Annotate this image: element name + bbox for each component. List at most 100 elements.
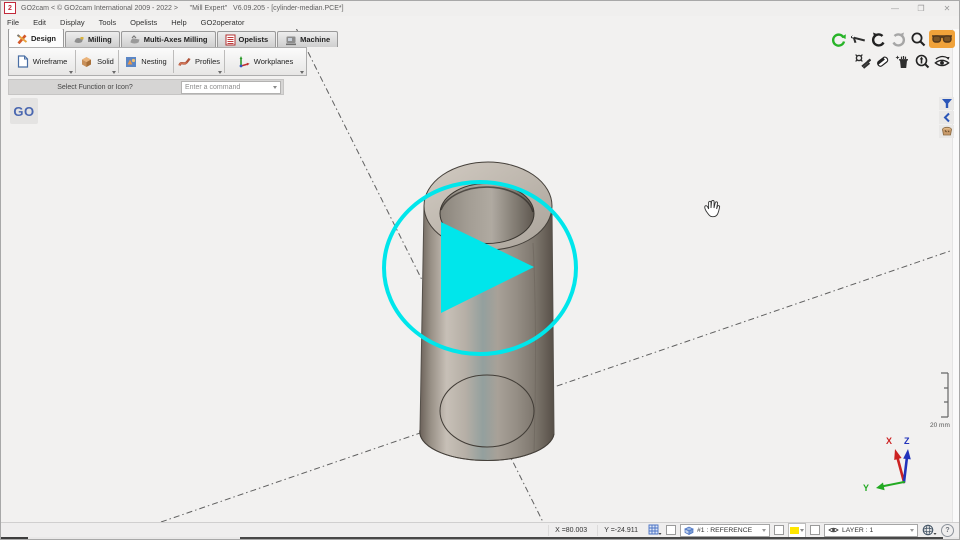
solid-label: Solid	[97, 57, 114, 66]
menu-edit[interactable]: Edit	[26, 18, 53, 27]
viewport-3d[interactable]: 20 mm X Z Y	[0, 28, 960, 522]
dropdown-arrow-icon[interactable]	[300, 71, 304, 74]
sphere-icon	[922, 524, 937, 536]
dropdown-arrow-icon[interactable]	[69, 71, 73, 74]
tab-multi-axes-milling[interactable]: Multi-Axes Milling	[121, 31, 216, 47]
undo-button[interactable]	[869, 30, 887, 48]
menu-opelists[interactable]: Opelists	[123, 18, 164, 27]
x-axis-label: X	[886, 436, 892, 446]
command-input[interactable]: Enter a command	[181, 81, 281, 94]
layer-value: LAYER : 1	[842, 527, 873, 534]
caliper-icon	[849, 31, 867, 48]
clean-brush-icon	[894, 53, 911, 70]
redo-icon	[890, 31, 907, 48]
cylinder-model[interactable]	[420, 162, 554, 460]
wireframe-button[interactable]: Wireframe	[9, 48, 75, 75]
go2cam-logo-text: GO	[13, 104, 34, 119]
x-axis-arrow	[897, 456, 904, 482]
prompt-question: Select Function or Icon?	[9, 84, 181, 91]
menu-tools[interactable]: Tools	[92, 18, 124, 27]
filter-icon	[941, 98, 953, 109]
view-orientation-button[interactable]	[922, 524, 937, 536]
screws-icon	[854, 53, 871, 70]
zoom-fit-icon	[914, 53, 931, 70]
grid-toggle-button[interactable]	[648, 524, 662, 536]
title-bar: 2 GO2cam < © GO2cam International 2009 -…	[0, 0, 960, 16]
regenerate-button[interactable]	[829, 30, 847, 48]
maximize-button[interactable]: ❐	[908, 0, 934, 16]
tab-milling[interactable]: Milling	[65, 31, 120, 47]
magnifier-icon	[910, 31, 927, 48]
reference-select[interactable]: #1 : REFERENCE	[680, 524, 770, 537]
measure-button[interactable]	[849, 30, 867, 48]
axis-line-shallow	[161, 250, 953, 522]
menu-file[interactable]: File	[0, 18, 26, 27]
redo-button[interactable]	[889, 30, 907, 48]
chevron-left-icon	[942, 112, 952, 123]
erase-button[interactable]	[873, 52, 891, 70]
eye-icon	[933, 53, 951, 70]
dropdown-arrow-icon[interactable]	[112, 71, 116, 74]
color-picker-button[interactable]	[788, 523, 806, 538]
tab-multi-axes-milling-label: Multi-Axes Milling	[144, 35, 208, 44]
menu-display[interactable]: Display	[53, 18, 92, 27]
construction-axes	[161, 28, 953, 522]
part-view-button[interactable]	[939, 125, 954, 138]
y-axis-arrow	[884, 482, 904, 486]
status-bar: X =80.003 Y =-24.911 #1 : REFERENCE LAYE…	[0, 522, 960, 537]
help-button[interactable]: ?	[941, 524, 954, 537]
solid-button[interactable]: Solid	[76, 48, 118, 75]
window-title: GO2cam < © GO2cam International 2009 - 2…	[21, 5, 344, 12]
collapse-panel-button[interactable]	[939, 111, 954, 124]
window-controls: — ❐ ✕	[882, 0, 960, 16]
menu-help[interactable]: Help	[164, 18, 193, 27]
clean-screen-button[interactable]	[893, 52, 911, 70]
dropdown-arrow-icon[interactable]	[218, 71, 222, 74]
nesting-icon	[125, 56, 137, 68]
hardware-button[interactable]	[853, 52, 871, 70]
y-coordinate: Y =-24.911	[597, 525, 644, 536]
y-axis-label: Y	[863, 483, 869, 493]
reference-checkbox[interactable]	[666, 525, 676, 535]
hand-cursor-icon	[705, 200, 720, 216]
nesting-button[interactable]: Nesting	[119, 48, 173, 75]
menu-go2operator[interactable]: GO2operator	[194, 18, 252, 27]
machine-icon	[285, 34, 297, 46]
tab-opelists-label: Opelists	[239, 35, 269, 44]
tab-opelists[interactable]: Opelists	[217, 31, 277, 47]
zoom-button[interactable]	[909, 30, 927, 48]
part-icon	[941, 126, 953, 137]
color-checkbox[interactable]	[774, 525, 784, 535]
solid-icon	[80, 55, 93, 68]
shaded-view-button[interactable]	[929, 30, 955, 48]
help-label: ?	[945, 527, 949, 534]
profiles-icon	[178, 56, 191, 68]
milling-icon	[73, 34, 85, 46]
minimize-button[interactable]: —	[882, 0, 908, 16]
z-axis-label: Z	[904, 436, 910, 446]
profiles-label: Profiles	[195, 57, 220, 66]
chevron-down-icon[interactable]	[273, 86, 277, 89]
tab-machine[interactable]: Machine	[277, 31, 338, 47]
profiles-button[interactable]: Profiles	[174, 48, 224, 75]
view-toolbar-row1	[829, 30, 955, 48]
multi-axes-milling-icon	[129, 34, 141, 46]
go2cam-logo: GO	[10, 98, 38, 124]
tab-milling-label: Milling	[88, 35, 112, 44]
layer-checkbox[interactable]	[810, 525, 820, 535]
zoom-fit-button[interactable]	[913, 52, 931, 70]
filter-button[interactable]	[939, 97, 954, 110]
view-rotate-button[interactable]	[933, 52, 951, 70]
z-axis-arrow	[904, 457, 907, 482]
workplanes-button[interactable]: Workplanes	[225, 48, 306, 75]
cube-icon	[684, 526, 694, 535]
app-icon: 2	[4, 2, 16, 14]
design-icon	[16, 32, 28, 44]
layer-select[interactable]: LAYER : 1	[824, 524, 918, 537]
close-button[interactable]: ✕	[934, 0, 960, 16]
view-toolbar-row2	[853, 52, 951, 70]
ribbon-tabs: Design Milling Multi-Axes Milling Opelis…	[8, 29, 339, 47]
tab-machine-label: Machine	[300, 35, 330, 44]
tab-design[interactable]: Design	[8, 28, 64, 47]
glasses-icon	[931, 32, 953, 46]
